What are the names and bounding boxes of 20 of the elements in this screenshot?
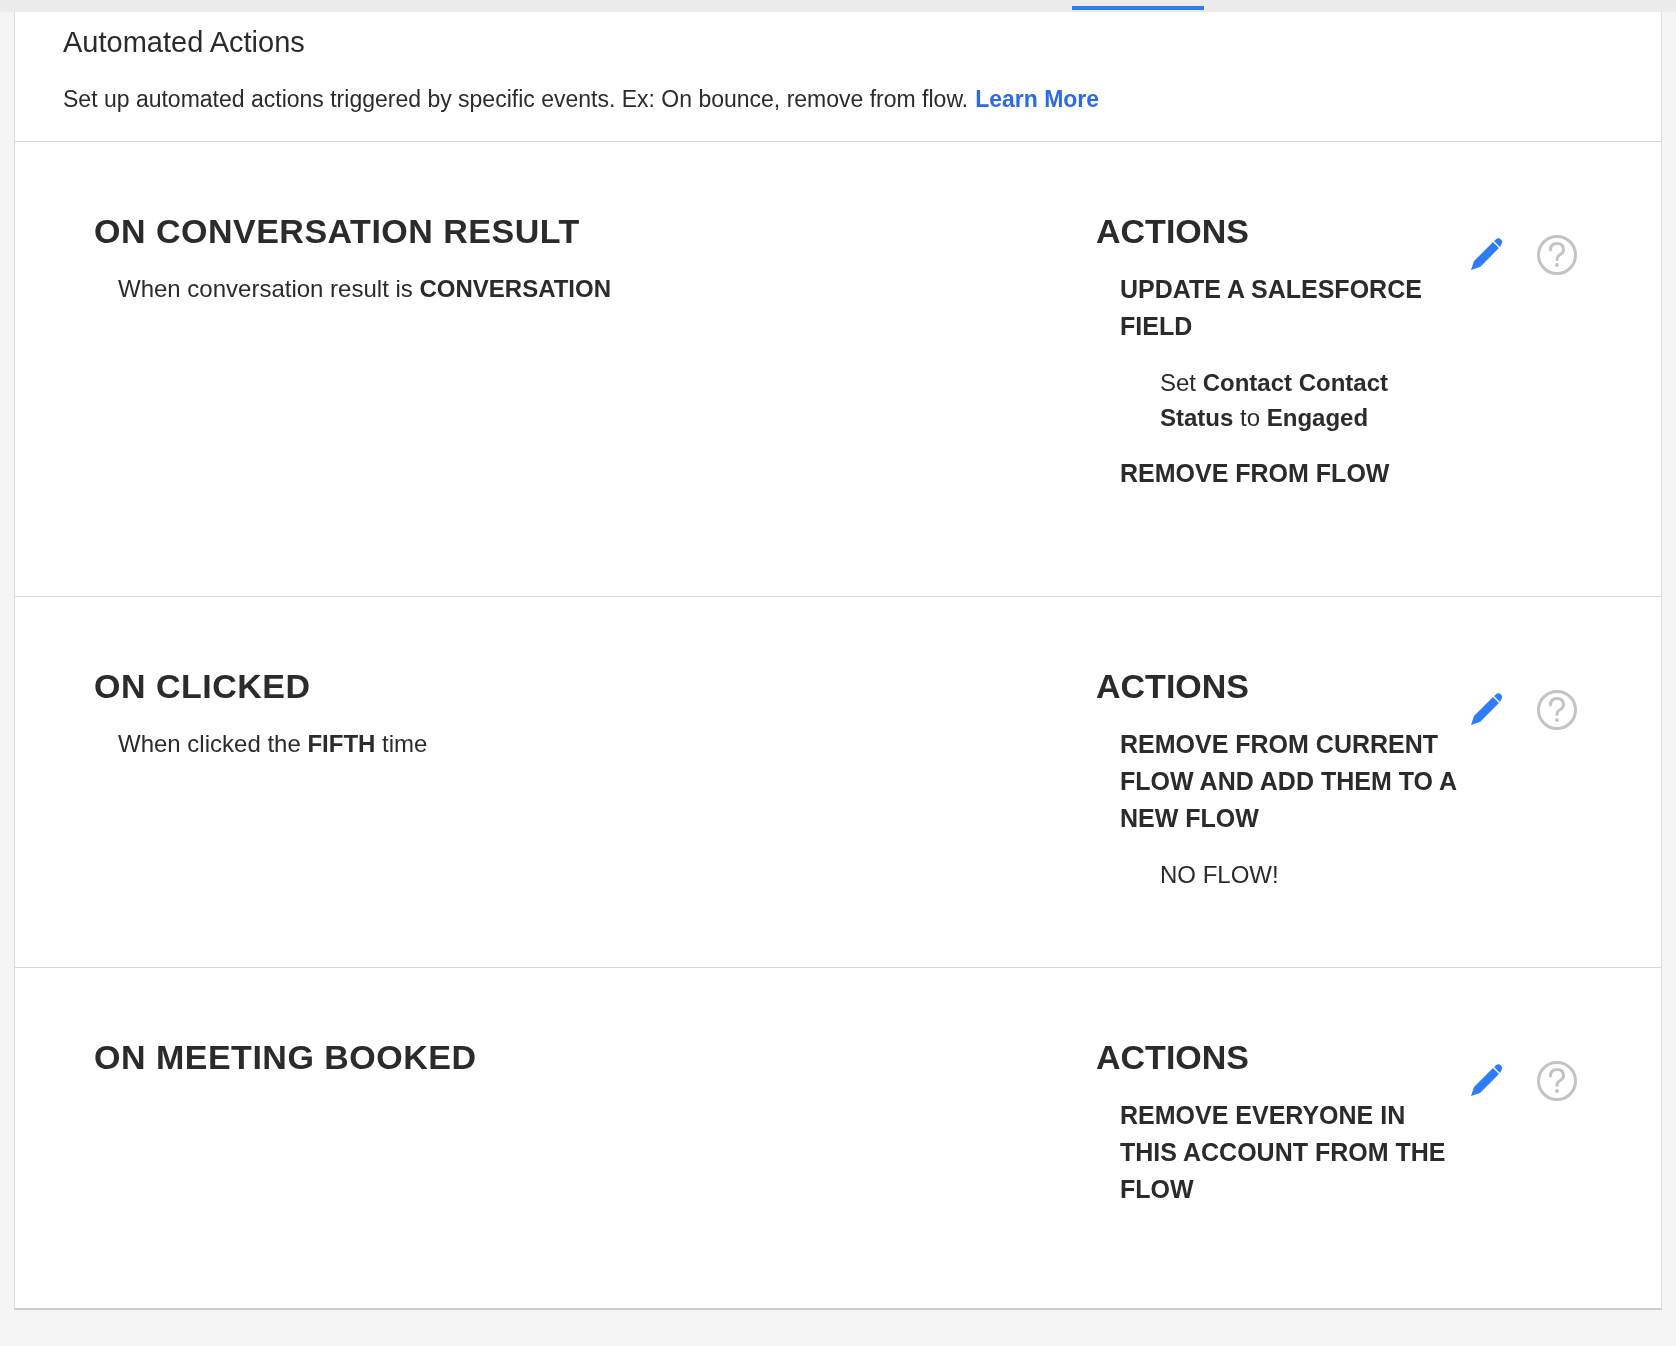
edit-icon[interactable] (1468, 691, 1504, 728)
action-name: REMOVE EVERYONE IN THIS ACCOUNT FROM THE FLOW (1120, 1099, 1447, 1205)
action-detail: NO FLOW! (1160, 859, 1280, 890)
action-name: UPDATE A SALESFORCE FIELD (1120, 273, 1423, 342)
action-detail: Set Contact Contact Status to Engaged (1160, 367, 1390, 433)
section-title: Automated Actions (63, 25, 306, 60)
action-name: REMOVE FROM FLOW (1120, 457, 1391, 489)
actions-heading: ACTIONS (1096, 666, 1250, 706)
trigger-heading: ON MEETING BOOKED (94, 1037, 478, 1077)
actions-heading: ACTIONS (1096, 1037, 1250, 1077)
action-name: REMOVE FROM CURRENT FLOW AND ADD THEM TO A NEW FLOW (1120, 728, 1458, 834)
edit-icon[interactable] (1468, 236, 1504, 273)
learn-more-link[interactable]: Learn More (975, 85, 1100, 112)
description-text: Set up automated actions triggered by specific events. Ex: On bounce, remove from flow. (63, 85, 969, 112)
condition-text: When conversation result is CONVERSATION (118, 274, 613, 303)
trigger-heading: ON CONVERSATION RESULT (94, 211, 581, 251)
actions-heading: ACTIONS (1096, 211, 1250, 251)
edit-icon[interactable] (1468, 1062, 1504, 1099)
condition-text: When clicked the FIFTH time (118, 729, 429, 758)
trigger-heading: ON CLICKED (94, 666, 312, 706)
